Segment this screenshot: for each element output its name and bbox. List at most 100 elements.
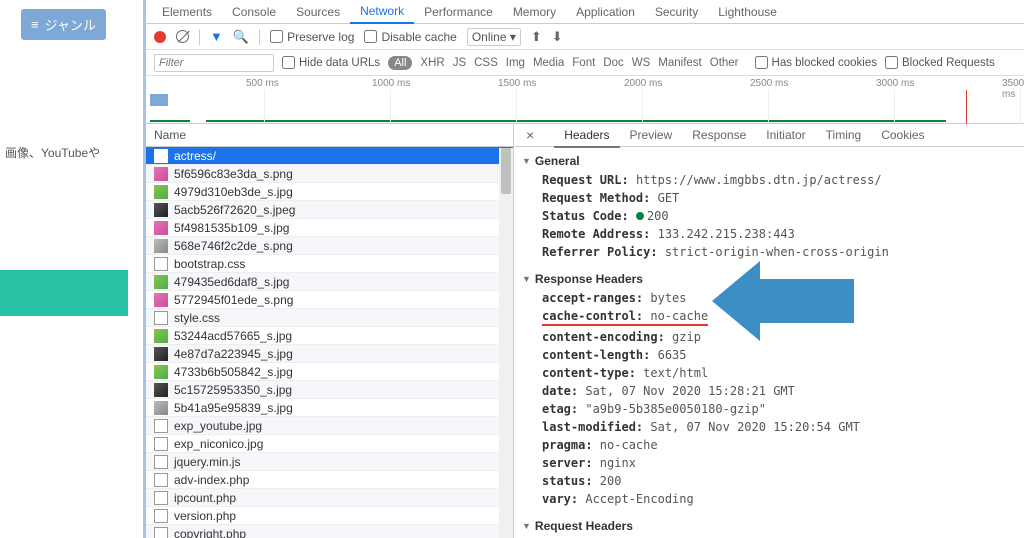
status-dot-icon <box>636 212 644 220</box>
request-row[interactable]: 5f6596c83e3da_s.png <box>146 165 513 183</box>
request-list: Name actress/5f6596c83e3da_s.png 4979d310… <box>146 124 514 538</box>
filter-input[interactable] <box>154 54 274 72</box>
filter-type-doc[interactable]: Doc <box>603 57 623 69</box>
request-name: version.php <box>174 509 236 523</box>
scrollbar-thumb[interactable] <box>501 148 511 194</box>
file-icon <box>154 491 168 505</box>
filter-icon[interactable]: ▼ <box>210 29 223 44</box>
file-icon <box>154 401 168 415</box>
request-row[interactable]: copyright.php <box>146 525 513 538</box>
detail-tab-cookies[interactable]: Cookies <box>871 124 934 146</box>
file-icon <box>154 455 168 469</box>
file-icon <box>154 293 168 307</box>
general-section: General Request URL: https://www.imgbbs.… <box>514 147 1024 265</box>
panel-tab-application[interactable]: Application <box>566 1 645 23</box>
upload-icon[interactable]: ⬆ <box>531 29 542 45</box>
has-blocked-cookies-checkbox[interactable]: Has blocked cookies <box>755 56 877 69</box>
timeline-tick <box>264 90 265 124</box>
request-name: 53244acd57665_s.jpg <box>174 329 292 343</box>
request-row[interactable]: 5acb526f72620_s.jpeg <box>146 201 513 219</box>
request-row[interactable]: 568e746f2c2de_s.png <box>146 237 513 255</box>
detail-tab-timing[interactable]: Timing <box>816 124 872 146</box>
detail-tab-initiator[interactable]: Initiator <box>756 124 815 146</box>
request-row[interactable]: adv-index.php <box>146 471 513 489</box>
response-header-row: date: Sat, 07 Nov 2020 15:28:21 GMT <box>514 382 1024 400</box>
timeline-tick <box>1020 90 1021 124</box>
filter-type-img[interactable]: Img <box>506 57 525 69</box>
request-row[interactable]: style.css <box>146 309 513 327</box>
request-row[interactable]: 53244acd57665_s.jpg <box>146 327 513 345</box>
filter-type-ws[interactable]: WS <box>632 57 651 69</box>
file-icon <box>154 383 168 397</box>
request-row[interactable]: exp_niconico.jpg <box>146 435 513 453</box>
request-row[interactable]: 4733b6b505842_s.jpg <box>146 363 513 381</box>
response-header-row: pragma: no-cache <box>514 436 1024 454</box>
filter-type-xhr[interactable]: XHR <box>420 57 444 69</box>
request-name: ipcount.php <box>174 491 236 505</box>
panel-tab-sources[interactable]: Sources <box>286 1 350 23</box>
panel-tab-security[interactable]: Security <box>645 1 708 23</box>
request-row[interactable]: 5b41a95e95839_s.jpg <box>146 399 513 417</box>
filter-type-media[interactable]: Media <box>533 57 564 69</box>
filter-type-css[interactable]: CSS <box>474 57 498 69</box>
panel-tab-lighthouse[interactable]: Lighthouse <box>708 1 787 23</box>
filter-type-font[interactable]: Font <box>572 57 595 69</box>
panel-tab-elements[interactable]: Elements <box>152 1 222 23</box>
request-row[interactable]: 5f4981535b109_s.jpg <box>146 219 513 237</box>
detail-tab-preview[interactable]: Preview <box>620 124 683 146</box>
request-headers-title[interactable]: Request Headers <box>514 516 1024 536</box>
request-row[interactable]: ipcount.php <box>146 489 513 507</box>
request-name: 4979d310eb3de_s.jpg <box>174 185 293 199</box>
filter-type-js[interactable]: JS <box>453 57 466 69</box>
timeline-label: 3000 ms <box>876 78 914 89</box>
request-row[interactable]: 5c15725953350_s.jpg <box>146 381 513 399</box>
blocked-requests-checkbox[interactable]: Blocked Requests <box>885 56 995 69</box>
green-block <box>0 270 128 316</box>
filter-all[interactable]: All <box>388 56 412 70</box>
detail-tab-headers[interactable]: Headers <box>554 124 619 148</box>
general-title[interactable]: General <box>514 151 1024 171</box>
request-row[interactable]: 4979d310eb3de_s.jpg <box>146 183 513 201</box>
search-icon[interactable]: 🔍 <box>233 29 249 45</box>
request-name: exp_youtube.jpg <box>174 419 262 433</box>
disable-cache-checkbox[interactable]: Disable cache <box>364 30 456 44</box>
panel-tab-performance[interactable]: Performance <box>414 1 503 23</box>
detail-tab-response[interactable]: Response <box>682 124 756 146</box>
timeline[interactable]: 500 ms1000 ms1500 ms2000 ms2500 ms3000 m… <box>146 76 1024 124</box>
request-row[interactable]: 4e87d7a223945_s.jpg <box>146 345 513 363</box>
request-headers-section: Request Headers <box>514 512 1024 538</box>
timeline-bar <box>206 120 946 122</box>
response-header-row: etag: "a9b9-5b385e0050180-gzip" <box>514 400 1024 418</box>
name-column-header[interactable]: Name <box>146 124 513 147</box>
request-row[interactable]: 5772945f01ede_s.png <box>146 291 513 309</box>
close-icon[interactable]: × <box>520 127 540 143</box>
file-icon <box>154 239 168 253</box>
throttling-select[interactable]: Online ▾ <box>467 28 521 46</box>
request-row[interactable]: exp_youtube.jpg <box>146 417 513 435</box>
preserve-log-checkbox[interactable]: Preserve log <box>270 30 354 44</box>
devtools-panel: ElementsConsoleSourcesNetworkPerformance… <box>143 0 1024 538</box>
filter-type-manifest[interactable]: Manifest <box>658 57 701 69</box>
panel-tab-network[interactable]: Network <box>350 0 414 24</box>
request-row[interactable]: actress/ <box>146 147 513 165</box>
genre-button[interactable]: ≡ ジャンル <box>20 8 107 41</box>
scrollbar[interactable] <box>499 148 513 538</box>
request-row[interactable]: 479435ed6daf8_s.jpg <box>146 273 513 291</box>
clear-icon[interactable] <box>176 30 189 43</box>
hide-data-urls-checkbox[interactable]: Hide data URLs <box>282 56 380 69</box>
download-icon[interactable]: ⬇ <box>552 29 563 45</box>
panel-tab-memory[interactable]: Memory <box>503 1 566 23</box>
filter-bar: Hide data URLs All XHR JS CSS Img Media Font D… <box>146 50 1024 76</box>
record-icon[interactable] <box>154 31 166 43</box>
request-url: Request URL: https://www.imgbbs.dtn.jp/a… <box>514 171 1024 189</box>
file-icon <box>154 167 168 181</box>
filter-type-other[interactable]: Other <box>710 57 739 69</box>
highlighted-header: cache-control: no-cache <box>542 309 708 326</box>
request-row[interactable]: version.php <box>146 507 513 525</box>
response-headers-title[interactable]: Response Headers <box>514 269 1024 289</box>
request-row[interactable]: bootstrap.css <box>146 255 513 273</box>
request-row[interactable]: jquery.min.js <box>146 453 513 471</box>
timeline-load-marker <box>966 90 967 124</box>
file-icon <box>154 527 168 538</box>
panel-tab-console[interactable]: Console <box>222 1 286 23</box>
